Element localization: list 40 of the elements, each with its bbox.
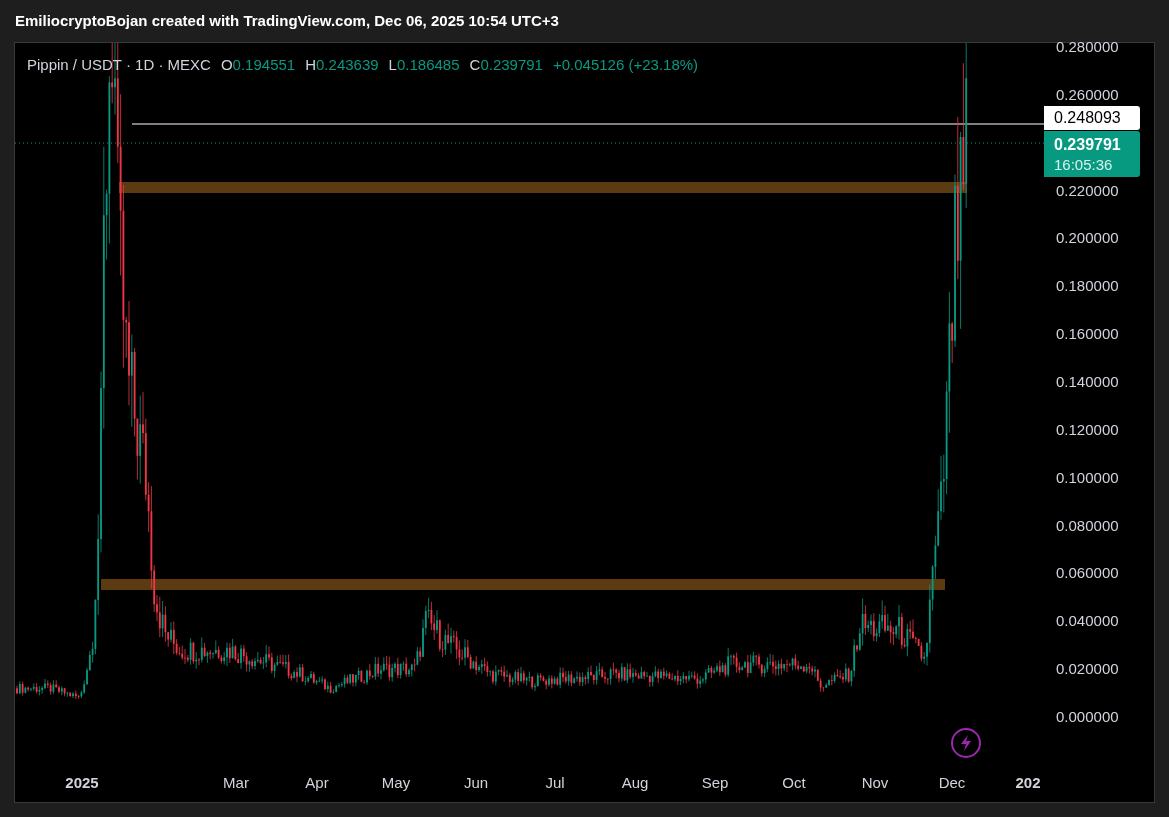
price-label: 0.200000 <box>1056 229 1119 248</box>
lightning-icon[interactable] <box>951 728 981 758</box>
time-label: 202 <box>1015 773 1041 793</box>
attribution-text: EmiliocryptoBojan created with TradingView.com, Dec 06, 2025 10:54 UTC+3 <box>15 10 559 31</box>
ohlc-value: 0.243639 <box>316 55 379 75</box>
price-label: 0.000000 <box>1056 708 1119 726</box>
ohlc-value: 0.186485 <box>396 55 460 75</box>
price-label: 0.180000 <box>1056 277 1119 296</box>
time-label: May <box>381 773 411 793</box>
price-tag: 0.248093 <box>1044 106 1140 130</box>
last-price: 0.239791 <box>1054 134 1122 155</box>
time-label: Mar <box>223 773 249 793</box>
ohlc-label: H <box>305 55 317 75</box>
ohlc-value: 0.239791 <box>480 55 543 75</box>
price-label: 0.220000 <box>1056 181 1119 200</box>
price-label: 0.040000 <box>1056 612 1119 631</box>
time-label: Dec <box>938 773 966 793</box>
price-label: 0.280000 <box>1056 38 1119 56</box>
time-label: Aug <box>621 773 649 793</box>
price-label: 0.140000 <box>1056 373 1119 391</box>
time-label: Nov <box>861 773 889 793</box>
price-label: 0.060000 <box>1056 564 1119 583</box>
ohlc-label: L <box>388 55 397 75</box>
ohlc-label: C <box>469 55 481 75</box>
change-value: +0.045126 (+23.18%) <box>552 55 699 75</box>
price-label: 0.160000 <box>1056 325 1119 344</box>
time-label: Jul <box>545 773 565 793</box>
price-label: 0.100000 <box>1056 468 1119 487</box>
ohlc-value: 0.194551 <box>232 55 296 75</box>
price-label: 0.080000 <box>1056 516 1119 535</box>
time-label: Oct <box>782 773 806 793</box>
price-label: 0.120000 <box>1056 420 1119 439</box>
time-label: 2025 <box>65 773 99 793</box>
time-label: Jun <box>463 773 489 793</box>
countdown-timer: 16:05:36 <box>1054 154 1114 174</box>
ohlc-label: O <box>220 55 233 75</box>
price-label: 0.260000 <box>1056 85 1119 104</box>
price-label: 0.020000 <box>1056 660 1119 679</box>
time-label: Apr <box>305 773 329 793</box>
time-label: Sep <box>701 773 729 793</box>
